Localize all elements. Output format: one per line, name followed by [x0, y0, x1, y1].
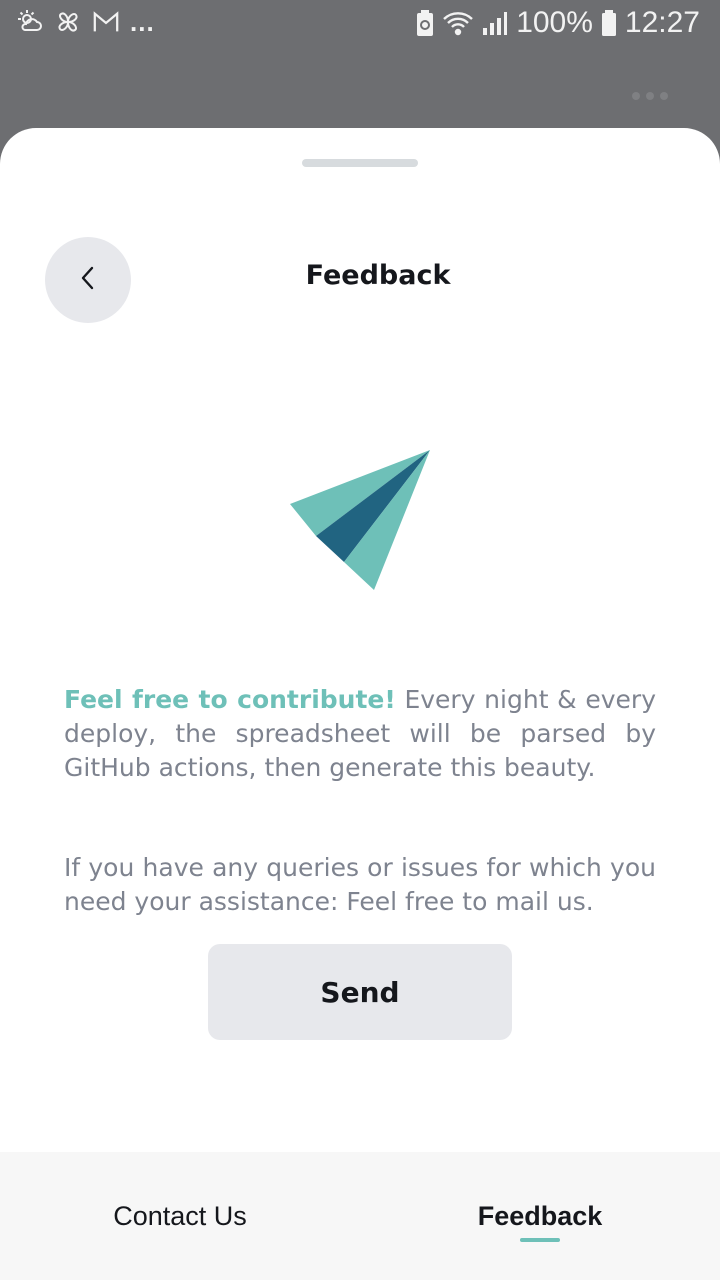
status-bar: ... 100% 12:27	[0, 0, 720, 48]
active-tab-indicator	[520, 1238, 560, 1242]
battery-saver-icon	[416, 9, 434, 37]
background-more-icon	[632, 92, 668, 100]
wifi-icon	[442, 9, 474, 37]
gmail-icon	[92, 8, 120, 36]
page-title: Feedback	[305, 260, 451, 291]
battery-icon	[601, 9, 617, 37]
drag-handle[interactable]	[302, 159, 418, 167]
signal-icon	[482, 10, 508, 36]
queries-paragraph: If you have any queries or issues for wh…	[64, 853, 656, 916]
pinwheel-icon	[54, 8, 82, 36]
contribute-paragraph: Feel free to contribute! Every night & e…	[64, 683, 656, 785]
notification-icons: ...	[16, 8, 155, 36]
tab-feedback[interactable]: Feedback	[360, 1152, 720, 1280]
battery-percent: 100%	[516, 6, 593, 39]
feedback-sheet: Feedback Feel free to contribute! Every …	[0, 128, 720, 1280]
clock: 12:27	[624, 6, 700, 39]
system-status: 100% 12:27	[416, 6, 700, 40]
tab-contact-us[interactable]: Contact Us	[0, 1152, 360, 1280]
send-button[interactable]: Send	[208, 944, 512, 1040]
weather-icon	[16, 8, 44, 36]
paper-plane-icon	[288, 448, 432, 592]
more-notifications: ...	[130, 7, 155, 37]
contribute-highlight: Feel free to contribute!	[64, 685, 396, 714]
bottom-nav: Contact Us Feedback	[0, 1152, 720, 1280]
